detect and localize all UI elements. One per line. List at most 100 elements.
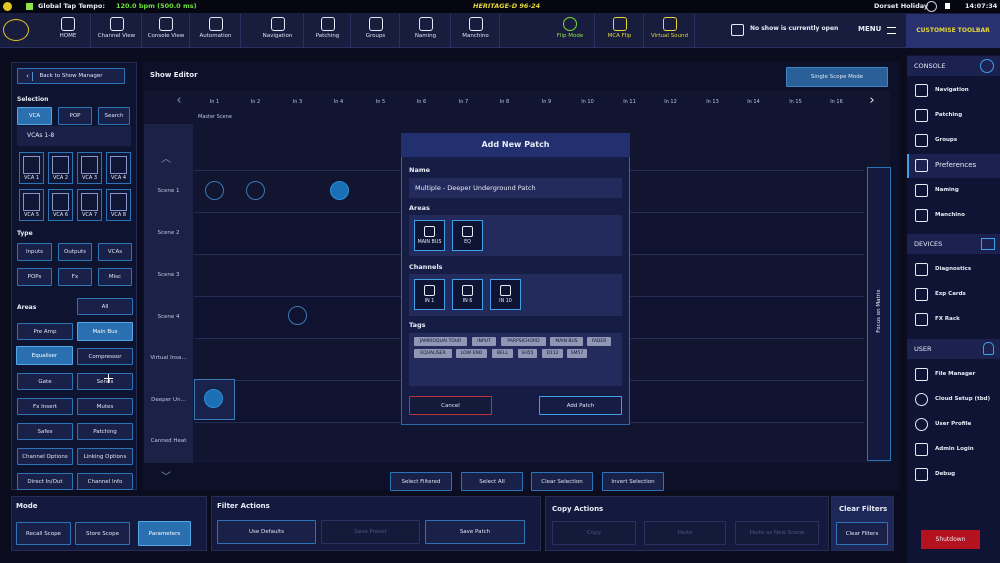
column-header-in-12[interactable]: In 12 xyxy=(650,91,691,113)
menu-item-user-profile[interactable]: User Profile xyxy=(913,414,999,435)
focus-on-matrix-button[interactable]: Focus on Matrix xyxy=(867,167,891,461)
store-scope-button[interactable]: Store Scope xyxy=(75,522,130,545)
menu-item-preferences[interactable]: Preferences xyxy=(913,155,999,176)
vca-5[interactable]: VCA 5 xyxy=(19,189,44,221)
tag[interactable]: BELL xyxy=(492,349,513,358)
vca-7[interactable]: VCA 7 xyxy=(77,189,102,221)
tag[interactable]: JAMIROQUAI TOUR xyxy=(414,337,467,346)
type-outputs[interactable]: Outputs xyxy=(58,243,92,261)
scene-cell-marker[interactable] xyxy=(288,306,307,325)
chevron-right-icon[interactable]: › xyxy=(860,91,884,113)
gear-icon[interactable] xyxy=(980,59,994,73)
area-linking-options[interactable]: Linking Options xyxy=(77,448,133,465)
tab-vca[interactable]: VCA xyxy=(17,107,52,125)
chevron-left-icon[interactable]: ‹ xyxy=(164,91,194,113)
row-label-scene-4[interactable]: Scene 4 xyxy=(144,314,193,320)
column-header-in-1[interactable]: In 1 xyxy=(194,91,235,113)
area-gate[interactable]: Gate xyxy=(17,373,73,390)
area-chip-eq[interactable]: EQ xyxy=(452,220,483,251)
row-label-scene-3[interactable]: Scene 3 xyxy=(144,272,193,278)
column-header-in-5[interactable]: In 5 xyxy=(360,91,401,113)
paste-as-new-scene-button[interactable]: Paste as New Scene xyxy=(735,521,819,545)
menu-item-fx-rack[interactable]: FX Rack xyxy=(913,309,999,330)
vca-group-header[interactable]: VCAs 1-8 xyxy=(17,126,131,146)
save-preset-button[interactable]: Save Preset xyxy=(321,520,420,544)
toolbar-flip-mode[interactable]: Flip Mode xyxy=(546,14,595,47)
toolbar-manchino[interactable]: Manchino xyxy=(452,14,500,47)
invert-selection-button[interactable]: Invert Selection xyxy=(602,472,664,491)
clear-filters-button[interactable]: Clear Filters xyxy=(836,522,888,545)
row-label-scene-2[interactable]: Scene 2 xyxy=(144,230,193,236)
area-channel-options[interactable]: Channel Options xyxy=(17,448,73,465)
tag[interactable]: LOW END xyxy=(456,349,487,358)
copy-button[interactable]: Copy xyxy=(552,521,636,545)
channel-chip-in-6[interactable]: IN 6 xyxy=(452,279,483,310)
save-patch-button[interactable]: Save Patch xyxy=(425,520,525,544)
area-safes[interactable]: Safes xyxy=(17,423,73,440)
column-header-in-9[interactable]: In 9 xyxy=(526,91,567,113)
type-pops[interactable]: POPs xyxy=(17,268,52,286)
column-header-in-11[interactable]: In 11 xyxy=(609,91,650,113)
column-header-in-4[interactable]: In 4 xyxy=(318,91,359,113)
vca-2[interactable]: VCA 2 xyxy=(48,152,73,184)
area-chip-main-bus[interactable]: MAIN BUS xyxy=(414,220,445,251)
tag[interactable]: EQUALISER xyxy=(414,349,452,358)
toolbar-automation[interactable]: Automation xyxy=(191,14,241,47)
patch-name-input[interactable]: Multiple - Deeper Underground Patch xyxy=(409,178,622,198)
area-fx-insert[interactable]: Fx Insert xyxy=(17,398,73,415)
row-label-scene-1[interactable]: Scene 1 xyxy=(144,188,193,194)
select-filtered-button[interactable]: Select Filtered xyxy=(390,472,452,491)
chevron-up-icon[interactable]: ︿ xyxy=(158,150,174,166)
toolbar-home[interactable]: HOME xyxy=(46,14,91,47)
menu-item-manchino[interactable]: Manchino xyxy=(913,205,999,226)
tag[interactable]: D112 xyxy=(542,349,563,358)
row-label-virtual-insanity[interactable]: Virtual Insa... xyxy=(144,355,193,361)
tag[interactable]: PARPSICHORD xyxy=(501,337,546,346)
customise-toolbar-button[interactable]: CUSTOMISE TOOLBAR xyxy=(906,14,1000,48)
hamburger-icon[interactable] xyxy=(887,27,896,34)
column-header-in-3[interactable]: In 3 xyxy=(277,91,318,113)
menu-item-navigation[interactable]: Navigation xyxy=(913,80,999,101)
tab-search[interactable]: Search xyxy=(98,107,130,125)
menu-item-naming[interactable]: Naming xyxy=(913,180,999,201)
vca-8[interactable]: VCA 8 xyxy=(106,189,131,221)
area-all[interactable]: All xyxy=(77,298,133,315)
toolbar-virtual-sound[interactable]: Virtual Sound xyxy=(645,14,695,47)
vca-6[interactable]: VCA 6 xyxy=(48,189,73,221)
tag[interactable]: SH55 xyxy=(518,349,537,358)
column-header-in-13[interactable]: In 13 xyxy=(692,91,733,113)
type-fx[interactable]: Fx xyxy=(58,268,92,286)
scene-cell-marker-active[interactable] xyxy=(330,181,349,200)
toolbar-naming[interactable]: Naming xyxy=(401,14,451,47)
clear-selection-button[interactable]: Clear Selection xyxy=(531,472,593,491)
toolbar-navigation[interactable]: Navigation xyxy=(252,14,304,47)
tap-tempo-value[interactable]: 120.0 bpm (500.0 ms) xyxy=(116,0,197,13)
shutdown-button[interactable]: Shutdown xyxy=(921,530,980,549)
table-row[interactable] xyxy=(194,422,864,463)
cancel-button[interactable]: Cancel xyxy=(409,396,492,415)
type-inputs[interactable]: Inputs xyxy=(17,243,52,261)
use-defaults-button[interactable]: Use Defaults xyxy=(217,520,316,544)
toolbar-channel-view[interactable]: Channel View xyxy=(92,14,142,47)
toolbar-patching[interactable]: Patching xyxy=(305,14,351,47)
menu-button[interactable]: MENU xyxy=(858,25,881,33)
column-header-in-14[interactable]: In 14 xyxy=(733,91,774,113)
area-mutes[interactable]: Mutes xyxy=(77,398,133,415)
area-pre-amp[interactable]: Pre Amp xyxy=(17,323,73,340)
menu-item-admin-login[interactable]: Admin Login xyxy=(913,439,999,460)
parameters-button[interactable]: Parameters xyxy=(138,521,191,546)
area-patching[interactable]: Patching xyxy=(77,423,133,440)
column-header-in-16[interactable]: In 16 xyxy=(816,91,857,113)
add-patch-button[interactable]: Add Patch xyxy=(539,396,622,415)
area-channel-info[interactable]: Channel Info xyxy=(77,473,133,490)
menu-item-cloud-setup[interactable]: Cloud Setup (tbd) xyxy=(913,389,999,410)
area-compressor[interactable]: Compressor xyxy=(77,348,133,365)
menu-item-debug[interactable]: Debug xyxy=(913,464,999,485)
channel-chip-in-1[interactable]: IN 1 xyxy=(414,279,445,310)
vca-1[interactable]: VCA 1 xyxy=(19,152,44,184)
column-header-in-8[interactable]: In 8 xyxy=(484,91,525,113)
chevron-down-icon[interactable]: ﹀ xyxy=(158,468,174,483)
menu-item-exp-cards[interactable]: Exp Cards xyxy=(913,284,999,305)
tag[interactable]: FADER xyxy=(587,337,611,346)
channel-chip-in-10[interactable]: IN 10 xyxy=(490,279,521,310)
